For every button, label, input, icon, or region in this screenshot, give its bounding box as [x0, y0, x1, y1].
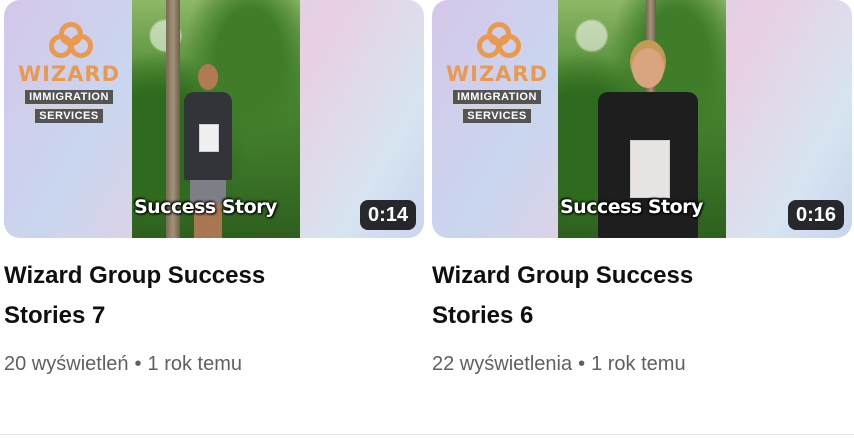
thumbnail-overlay-text: Success Story: [134, 196, 277, 218]
view-count: 22 wyświetlenia: [432, 353, 573, 375]
view-count: 20 wyświetleń: [4, 353, 129, 375]
video-metadata: 22 wyświetlenia • 1 rok temu: [432, 350, 852, 378]
video-metadata: 20 wyświetleń • 1 rok temu: [4, 350, 424, 378]
meta-separator: •: [134, 353, 142, 375]
logo-mark-icon: [477, 22, 521, 58]
logo-line-2: SERVICES: [34, 108, 104, 124]
video-title[interactable]: Wizard Group Success Stories 7: [4, 256, 344, 336]
logo-mark-icon: [49, 22, 93, 58]
video-title[interactable]: Wizard Group Success Stories 6: [432, 256, 772, 336]
thumbnail-overlay-text: Success Story: [560, 196, 703, 218]
logo-line-1: IMMIGRATION: [452, 89, 542, 105]
logo-word: WIZARD: [445, 62, 549, 86]
upload-age: 1 rok temu: [591, 353, 686, 375]
video-card[interactable]: WIZARD IMMIGRATION SERVICES Success Stor…: [432, 0, 852, 378]
brand-logo: WIZARD IMMIGRATION SERVICES: [432, 22, 562, 124]
brand-logo: WIZARD IMMIGRATION SERVICES: [4, 22, 134, 124]
logo-line-2: SERVICES: [462, 108, 532, 124]
logo-word: WIZARD: [17, 62, 121, 86]
video-thumbnail[interactable]: WIZARD IMMIGRATION SERVICES Success Stor…: [432, 0, 852, 238]
video-thumbnail[interactable]: WIZARD IMMIGRATION SERVICES Success Stor…: [4, 0, 424, 238]
meta-separator: •: [578, 353, 586, 375]
video-card[interactable]: WIZARD IMMIGRATION SERVICES Success Stor…: [4, 0, 424, 378]
duration-badge: 0:14: [359, 200, 416, 230]
upload-age: 1 rok temu: [147, 353, 243, 375]
logo-line-1: IMMIGRATION: [24, 89, 114, 105]
divider: [0, 434, 854, 435]
duration-badge: 0:16: [787, 200, 844, 230]
